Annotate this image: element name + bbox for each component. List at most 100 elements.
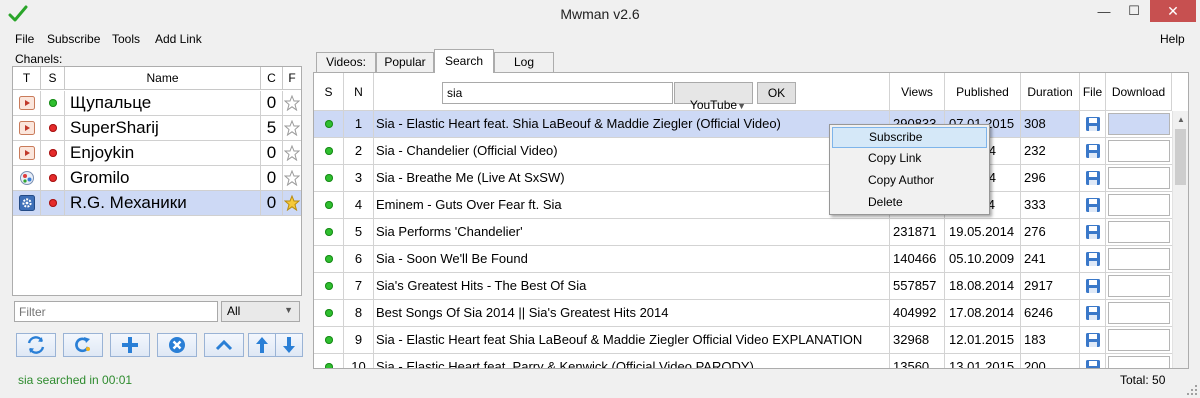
save-file-icon[interactable]	[1080, 111, 1106, 137]
scroll-thumb[interactable]	[1175, 129, 1186, 185]
channel-row[interactable]: Gromilo 0	[13, 166, 301, 191]
channel-filter-select[interactable]: All ▼	[221, 301, 300, 322]
star-outline-icon[interactable]	[283, 166, 301, 190]
status-message: sia searched in 00:01	[18, 373, 133, 387]
video-grid: S N YouTube ▼ OK Views Published Duratio…	[313, 72, 1189, 369]
video-row[interactable]: 7 Sia's Greatest Hits - The Best Of Sia …	[314, 273, 1172, 300]
video-title: Sia - Elastic Heart feat Shia LaBeouf & …	[374, 327, 890, 353]
save-file-icon[interactable]	[1080, 138, 1106, 164]
status-green-icon	[314, 246, 344, 272]
refresh-icon	[75, 337, 90, 353]
move-top-button[interactable]	[204, 333, 244, 357]
col-header-status[interactable]: S	[41, 67, 65, 90]
add-channel-button[interactable]	[110, 333, 150, 357]
save-file-icon[interactable]	[1080, 246, 1106, 272]
video-views: 140466	[890, 246, 945, 272]
tab-videos[interactable]: Videos:	[316, 52, 376, 72]
sync-button[interactable]	[16, 333, 56, 357]
col-header-s[interactable]: S	[314, 73, 344, 111]
maximize-button[interactable]: ☐	[1120, 0, 1148, 22]
menu-help[interactable]: Help	[1160, 32, 1185, 46]
remove-channel-button[interactable]	[157, 333, 197, 357]
youtube-icon	[13, 116, 41, 140]
search-input[interactable]	[442, 82, 673, 104]
web-icon	[13, 166, 41, 190]
save-file-icon[interactable]	[1080, 192, 1106, 218]
save-file-icon[interactable]	[1080, 165, 1106, 191]
video-number: 6	[344, 246, 374, 272]
search-ok-button[interactable]: OK	[757, 82, 796, 104]
video-row[interactable]: 1 Sia - Elastic Heart feat. Shia LaBeouf…	[314, 111, 1172, 138]
video-views: 557857	[890, 273, 945, 299]
status-green-icon	[314, 165, 344, 191]
col-header-file[interactable]: File	[1080, 73, 1106, 111]
save-file-icon[interactable]	[1080, 300, 1106, 326]
save-file-icon[interactable]	[1080, 327, 1106, 353]
context-copy-author[interactable]: Copy Author	[832, 171, 987, 192]
menu-subscribe[interactable]: Subscribe	[47, 32, 100, 46]
channel-filter-input[interactable]	[14, 301, 218, 322]
video-row[interactable]: 2 Sia - Chandelier (Official Video) 05.2…	[314, 138, 1172, 165]
video-row[interactable]: 8 Best Songs Of Sia 2014 || Sia's Greate…	[314, 300, 1172, 327]
video-row[interactable]: 9 Sia - Elastic Heart feat Shia LaBeouf …	[314, 327, 1172, 354]
channel-filter-value: All	[227, 304, 241, 318]
status-green-icon	[314, 111, 344, 137]
tab-search[interactable]: Search	[434, 49, 494, 73]
resize-grip-icon[interactable]	[1186, 384, 1198, 396]
download-progress	[1106, 327, 1172, 353]
star-outline-icon[interactable]	[283, 116, 301, 140]
col-header-count[interactable]: C	[261, 67, 283, 90]
video-number: 9	[344, 327, 374, 353]
channel-name: SuperSharij	[65, 116, 261, 140]
star-outline-icon[interactable]	[283, 91, 301, 115]
video-row[interactable]: 3 Sia - Breathe Me (Live At SxSW) 01.201…	[314, 165, 1172, 192]
star-filled-icon[interactable]	[283, 191, 301, 215]
tab-log[interactable]: Log	[494, 52, 554, 72]
channel-row[interactable]: Enjoykin 0	[13, 141, 301, 166]
context-delete[interactable]: Delete	[832, 193, 987, 214]
video-number: 5	[344, 219, 374, 245]
video-number: 2	[344, 138, 374, 164]
video-row[interactable]: 5 Sia Performs 'Chandelier' 231871 19.05…	[314, 219, 1172, 246]
channel-row[interactable]: SuperSharij 5	[13, 116, 301, 141]
video-title: Sia - Elastic Heart feat. Parry & Kenwic…	[374, 354, 890, 368]
col-header-duration[interactable]: Duration	[1021, 73, 1080, 111]
remove-icon	[169, 337, 185, 353]
move-down-button[interactable]	[275, 333, 303, 357]
col-header-fav[interactable]: F	[283, 67, 301, 90]
source-select[interactable]: YouTube ▼	[674, 82, 753, 112]
col-header-n[interactable]: N	[344, 73, 374, 111]
move-up-button[interactable]	[248, 333, 276, 357]
close-button[interactable]: ✕	[1150, 0, 1196, 22]
video-title: Sia - Elastic Heart feat. Shia LaBeouf &…	[374, 111, 890, 137]
save-file-icon[interactable]	[1080, 219, 1106, 245]
channel-row[interactable]: Щупальце 0	[13, 91, 301, 116]
col-header-download[interactable]: Download	[1106, 73, 1172, 111]
menu-tools[interactable]: Tools	[112, 32, 140, 46]
menu-file[interactable]: File	[15, 32, 34, 46]
star-outline-icon[interactable]	[283, 141, 301, 165]
video-row[interactable]: 6 Sia - Soon We'll Be Found 140466 05.10…	[314, 246, 1172, 273]
col-header-name[interactable]: Name	[65, 67, 261, 90]
video-title: Sia - Chandelier (Official Video)	[374, 138, 890, 164]
minimize-button[interactable]: —	[1090, 0, 1118, 22]
tab-popular[interactable]: Popular	[376, 52, 434, 72]
video-row[interactable]: 4 Eminem - Guts Over Fear ft. Sia 11.201…	[314, 192, 1172, 219]
channel-row[interactable]: R.G. Механики 0	[13, 191, 301, 216]
vertical-scrollbar[interactable]: ▲	[1172, 111, 1188, 368]
refresh-button[interactable]	[63, 333, 103, 357]
menu-add-link[interactable]: Add Link	[155, 32, 202, 46]
context-copy-link[interactable]: Copy Link	[832, 149, 987, 170]
context-subscribe[interactable]: Subscribe	[832, 127, 987, 148]
col-header-type[interactable]: T	[13, 67, 41, 90]
col-header-published[interactable]: Published	[945, 73, 1021, 111]
channels-table: T S Name C F Щупальце 0 SuperSharij 5 En…	[12, 66, 302, 296]
status-green-icon	[314, 138, 344, 164]
col-header-views[interactable]: Views	[890, 73, 945, 111]
col-header-title: YouTube ▼ OK	[374, 73, 890, 112]
scroll-up-icon[interactable]: ▲	[1173, 111, 1188, 128]
video-row[interactable]: 10 Sia - Elastic Heart feat. Parry & Ken…	[314, 354, 1172, 368]
video-views: 13560	[890, 354, 945, 368]
save-file-icon[interactable]	[1080, 273, 1106, 299]
save-file-icon[interactable]	[1080, 354, 1106, 368]
